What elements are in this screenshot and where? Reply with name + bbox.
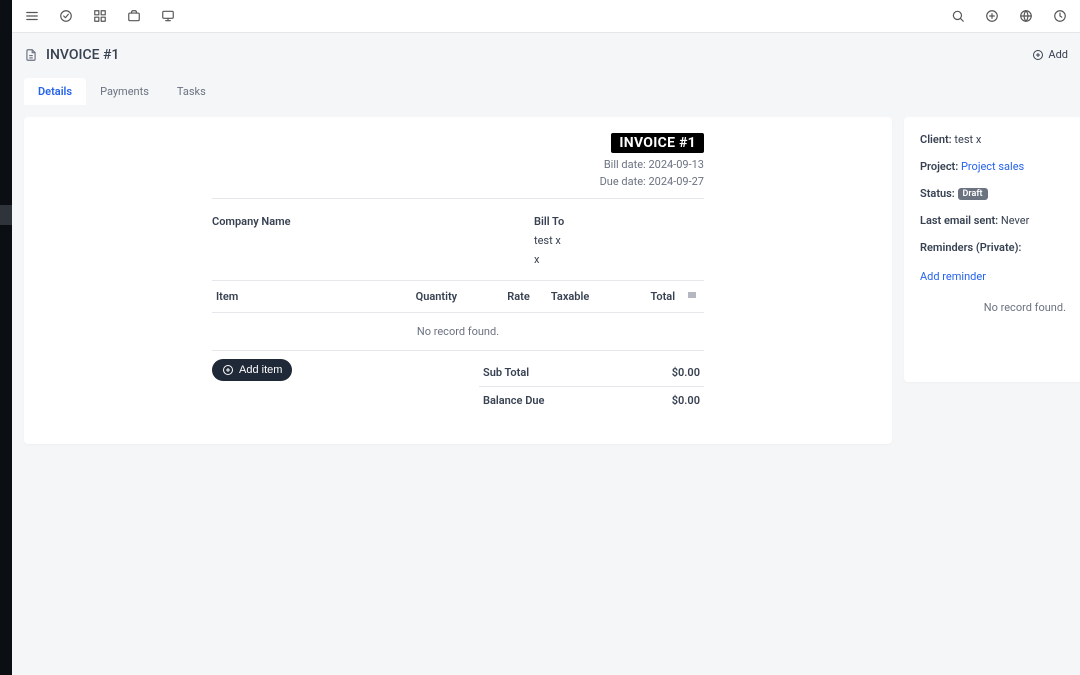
subtotal-value: $0.00 [672, 366, 700, 379]
bill-to-name: test x [534, 234, 704, 247]
menu-icon[interactable] [24, 8, 40, 24]
monitor-icon[interactable] [160, 8, 176, 24]
document-icon [24, 48, 38, 62]
due-date-value: 2024-09-27 [648, 175, 704, 188]
col-item: Item [212, 281, 388, 313]
drag-handle-icon [686, 291, 698, 304]
col-quantity: Quantity [388, 281, 461, 313]
balance-label: Balance Due [483, 394, 544, 407]
add-item-button[interactable]: Add item [212, 359, 292, 381]
status-label: Status: [920, 187, 955, 200]
meta-client: Client: test x [920, 133, 1066, 146]
page-title: INVOICE #1 [24, 47, 119, 63]
tabs: Details Payments Tasks [12, 76, 1080, 105]
subtotal-label: Sub Total [483, 366, 529, 379]
grid-icon[interactable] [92, 8, 108, 24]
project-link[interactable]: Project sales [961, 160, 1024, 173]
bill-date-label: Bill date: [604, 158, 646, 171]
page-title-text: INVOICE #1 [46, 47, 119, 63]
balance-value: $0.00 [672, 394, 700, 407]
topbar-left [24, 8, 176, 24]
lastemail-label: Last email sent: [920, 214, 998, 227]
clock-icon[interactable] [1052, 8, 1068, 24]
totals: Sub Total $0.00 Balance Due $0.00 [479, 359, 704, 414]
project-label: Project: [920, 160, 958, 173]
tab-tasks[interactable]: Tasks [163, 78, 220, 105]
status-badge: Draft [958, 188, 988, 200]
col-taxable: Taxable [534, 281, 607, 313]
add-item-label: Add item [239, 364, 282, 376]
client-value: test x [954, 133, 981, 146]
collapsed-sidebar[interactable] [0, 0, 12, 675]
no-record-text: No record found. [212, 313, 704, 351]
add-reminder-link[interactable]: Add reminder [920, 270, 986, 283]
meta-lastemail: Last email sent: Never [920, 214, 1066, 227]
col-total: Total [606, 281, 679, 313]
reminders-label: Reminders (Private): [920, 241, 1021, 254]
plus-circle-icon [1032, 49, 1044, 61]
page-add-label: Add [1048, 48, 1068, 61]
topbar [12, 0, 1080, 33]
parties: Company Name Bill To test x x [212, 198, 704, 280]
plus-circle-icon[interactable] [984, 8, 1000, 24]
client-label: Client: [920, 133, 952, 146]
invoice-dates: Bill date: 2024-09-13 Due date: 2024-09-… [600, 157, 704, 190]
topbar-right [950, 8, 1068, 24]
col-drag [679, 281, 704, 313]
plus-circle-icon [222, 364, 234, 376]
page-add-action[interactable]: Add [1032, 48, 1068, 61]
col-rate: Rate [461, 281, 534, 313]
bill-to-label: Bill To [534, 215, 704, 228]
tab-payments[interactable]: Payments [86, 78, 163, 105]
invoice-header: INVOICE #1 Bill date: 2024-09-13 Due dat… [212, 133, 704, 190]
due-date-label: Due date: [600, 175, 646, 188]
bill-date-value: 2024-09-13 [648, 158, 704, 171]
check-circle-icon[interactable] [58, 8, 74, 24]
side-panel: Client: test x Project: Project sales St… [904, 117, 1080, 382]
invoice-card: INVOICE #1 Bill date: 2024-09-13 Due dat… [24, 117, 892, 444]
tab-details[interactable]: Details [24, 78, 86, 105]
company-name-label: Company Name [212, 215, 291, 266]
meta-project: Project: Project sales [920, 160, 1066, 173]
subtotal-row: Sub Total $0.00 [479, 359, 704, 387]
content: INVOICE #1 Bill date: 2024-09-13 Due dat… [12, 105, 1080, 675]
page-header: INVOICE #1 Add [12, 33, 1080, 76]
items-table: Item Quantity Rate Taxable Total No reco… [212, 280, 704, 351]
meta-status: Status: Draft [920, 187, 1066, 200]
balance-row: Balance Due $0.00 [479, 387, 704, 414]
table-row-empty: No record found. [212, 313, 704, 351]
meta-reminders: Reminders (Private): [920, 241, 1066, 254]
bill-to: Bill To test x x [534, 215, 704, 266]
globe-icon[interactable] [1018, 8, 1034, 24]
lastemail-value: Never [1001, 214, 1029, 227]
bill-to-address: x [534, 253, 704, 266]
search-icon[interactable] [950, 8, 966, 24]
under-table: Add item Sub Total $0.00 Balance Due $0.… [212, 359, 704, 414]
side-no-record: No record found. [920, 301, 1066, 314]
invoice-number-badge: INVOICE #1 [611, 133, 704, 153]
sidebar-expand-handle[interactable] [0, 205, 12, 225]
briefcase-icon[interactable] [126, 8, 142, 24]
